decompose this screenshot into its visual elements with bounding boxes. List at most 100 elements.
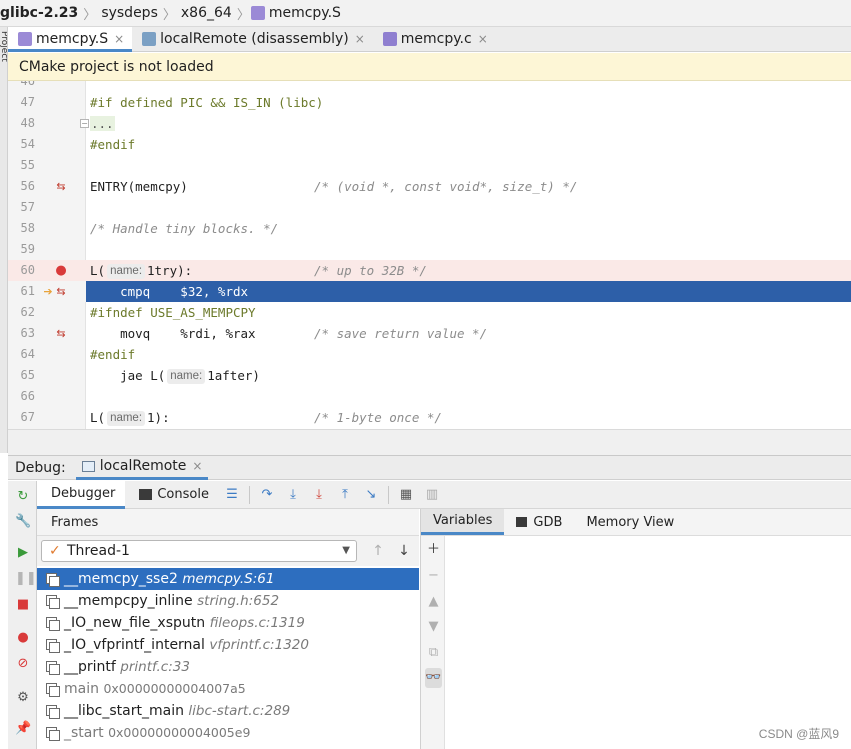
fold-toggle-icon[interactable]: − — [80, 119, 89, 128]
tab-memcpy-c[interactable]: memcpy.c × — [373, 27, 496, 51]
code-line[interactable]: 63 ⇆ movq %rdi, %rax /* save return valu… — [8, 323, 851, 344]
tab-debugger[interactable]: Debugger — [37, 480, 126, 509]
code-line[interactable]: 58 /* Handle tiny blocks. */ — [8, 218, 851, 239]
frame-row[interactable]: __memcpy_sse2 memcpy.S:61 — [37, 568, 419, 590]
code-line[interactable]: 65 jae L(name: 1after) — [8, 365, 851, 386]
code-line[interactable]: 67 L(name: 1): /* 1-byte once */ — [8, 407, 851, 428]
frames-list: __memcpy_sse2 memcpy.S:61 __mempcpy_inli… — [37, 568, 419, 749]
folded-region[interactable]: ... — [90, 116, 115, 131]
frame-row[interactable]: __printf printf.c:33 — [37, 656, 419, 678]
mute-breakpoints-icon[interactable]: ⊘ — [15, 656, 31, 672]
breadcrumb-file[interactable]: memcpy.S — [269, 5, 345, 21]
previous-frame-icon[interactable]: ↑ — [370, 541, 386, 561]
view-breakpoints-icon[interactable]: ● — [15, 630, 31, 646]
tab-label: Debugger — [51, 485, 116, 501]
close-icon[interactable]: × — [478, 32, 488, 46]
move-up-icon[interactable]: ▲ — [425, 593, 442, 610]
layout-icon[interactable]: ▥ — [422, 485, 442, 505]
breadcrumb-x86-64[interactable]: x86_64 — [177, 5, 236, 21]
add-watch-icon[interactable]: ＋ — [425, 541, 442, 558]
frame-row[interactable]: __mempcpy_inline string.h:652 — [37, 590, 419, 612]
next-frame-icon[interactable]: ↓ — [396, 541, 412, 561]
frame-location: printf.c:33 — [120, 659, 190, 675]
code-comment: /* up to 32B */ — [314, 263, 427, 278]
thread-select[interactable]: ✓ Thread-1 ▼ — [41, 540, 357, 562]
code-line[interactable]: 55 — [8, 155, 851, 176]
code-line[interactable]: 54 #endif — [8, 134, 851, 155]
code-line[interactable]: 57 — [8, 197, 851, 218]
move-down-icon[interactable]: ▼ — [425, 618, 442, 635]
code-line[interactable]: 66 — [8, 386, 851, 407]
line-number: 46 — [20, 81, 35, 88]
line-number: 54 — [20, 137, 35, 151]
debugger-toolbar: Debugger Console ☰ ↷ ⤓ ⤓ ⤒ ↘ ▦ ▥ — [37, 480, 851, 509]
debug-label: Debug: — [15, 459, 66, 476]
swap-marker-icon[interactable]: ⇆ — [54, 323, 68, 344]
settings-icon[interactable]: ⚙ — [15, 690, 31, 706]
frame-row[interactable]: __libc_start_main libc-start.c:289 — [37, 700, 419, 722]
tab-console[interactable]: Console — [125, 481, 219, 509]
line-number: 62 — [20, 305, 35, 319]
tab-label: Console — [157, 487, 209, 502]
pin-icon[interactable]: 📌 — [15, 721, 31, 737]
swap-marker-icon[interactable]: ⇆ — [54, 176, 68, 197]
breadcrumb-project[interactable]: glibc-2.23 — [0, 5, 82, 21]
breadcrumb-sysdeps[interactable]: sysdeps — [97, 5, 162, 21]
code-line[interactable]: 62 #ifndef USE_AS_MEMPCPY — [8, 302, 851, 323]
code-line[interactable]: 48 − ... — [8, 113, 851, 134]
swap-marker-icon[interactable]: ⇆ — [54, 281, 68, 302]
banner-text: CMake project is not loaded — [19, 58, 214, 75]
tab-variables[interactable]: Variables — [421, 509, 505, 535]
variables-panel[interactable] — [446, 536, 851, 749]
step-out-icon[interactable]: ⤒ — [335, 485, 355, 505]
tab-gdb[interactable]: GDB — [504, 509, 574, 535]
console-icon — [139, 489, 153, 500]
debug-session-tab[interactable]: localRemote × — [75, 456, 209, 480]
tab-memory-view[interactable]: Memory View — [574, 509, 686, 535]
copy-icon[interactable]: ⧉ — [425, 644, 442, 661]
step-into-icon[interactable]: ⤓ — [283, 485, 303, 505]
menu-icon[interactable]: ☰ — [222, 485, 242, 505]
check-icon: ✓ — [49, 543, 61, 559]
run-to-cursor-icon[interactable]: ↘ — [361, 485, 381, 505]
evaluate-expression-icon[interactable]: ▦ — [396, 485, 416, 505]
tab-label: memcpy.c — [400, 31, 472, 47]
project-tool-strip[interactable]: Project — [0, 27, 8, 453]
tab-disassembly[interactable]: localRemote (disassembly) × — [132, 27, 373, 51]
breakpoint-line[interactable]: 60 ● L(name: 1try): /* up to 32B */ — [8, 260, 851, 281]
line-number: 59 — [20, 242, 35, 256]
wrench-icon[interactable]: 🔧 — [15, 514, 31, 530]
glasses-icon[interactable]: 👓 — [425, 668, 442, 688]
frame-row[interactable]: main 0x00000000004007a5 — [37, 678, 419, 700]
close-icon[interactable]: × — [192, 459, 202, 473]
resume-icon[interactable]: ▶ — [15, 545, 31, 561]
stack-frame-icon — [46, 683, 60, 697]
line-number: 57 — [20, 200, 35, 214]
tab-memcpy-s[interactable]: memcpy.S × — [8, 27, 133, 52]
code-text: #ifndef USE_AS_MEMPCPY — [90, 305, 256, 320]
breakpoint-icon[interactable]: ● — [54, 260, 68, 281]
stop-icon[interactable]: ■ — [15, 597, 31, 613]
panel-divider[interactable] — [8, 429, 851, 455]
step-over-icon[interactable]: ↷ — [257, 485, 277, 505]
close-icon[interactable]: × — [114, 32, 124, 46]
remove-watch-icon[interactable]: − — [425, 567, 442, 584]
execution-point-line[interactable]: 61 ➔ ⇆ cmpq $32, %rdx — [8, 281, 851, 302]
code-line[interactable]: 56 ⇆ ENTRY(memcpy) /* (void *, const voi… — [8, 176, 851, 197]
code-line[interactable]: 59 — [8, 239, 851, 260]
close-icon[interactable]: × — [355, 32, 365, 46]
pause-icon[interactable]: ❚❚ — [15, 571, 37, 587]
chevron-down-icon: ▼ — [342, 545, 350, 556]
frame-function: _IO_new_file_xsputn — [64, 615, 206, 631]
code-line[interactable]: 47 #if defined PIC && IS_IN (libc) — [8, 92, 851, 113]
frame-row[interactable]: _start 0x00000000004005e9 — [37, 722, 419, 744]
frame-row[interactable]: _IO_new_file_xsputn fileops.c:1319 — [37, 612, 419, 634]
code-line[interactable]: 46 — [8, 81, 851, 92]
code-line[interactable]: 64 #endif — [8, 344, 851, 365]
rerun-icon[interactable]: ↻ — [15, 489, 31, 505]
frame-row[interactable]: _IO_vfprintf_internal vfprintf.c:1320 — [37, 634, 419, 656]
code-editor[interactable]: 46 47 #if defined PIC && IS_IN (libc) 48… — [8, 81, 851, 429]
tab-label: memcpy.S — [36, 31, 109, 47]
force-step-into-icon[interactable]: ⤓ — [309, 485, 329, 505]
code-text: cmpq $32, %rdx — [90, 284, 249, 299]
